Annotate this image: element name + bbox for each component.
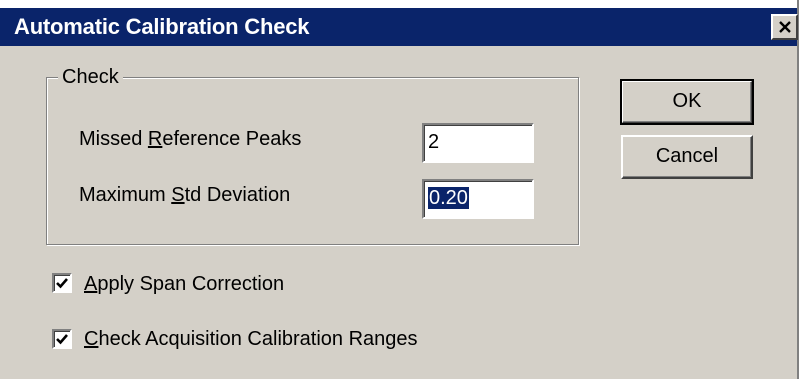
title-bar[interactable]: Automatic Calibration Check [0, 8, 798, 46]
check-group-legend: Check [58, 66, 123, 88]
check-acquisition-ranges-label[interactable]: Check Acquisition Calibration Ranges [84, 327, 418, 351]
mnemonic: S [171, 184, 185, 206]
label-text: Maximum [79, 184, 172, 206]
max-std-deviation-input[interactable]: 0.20 [422, 179, 534, 219]
max-std-deviation-label: Maximum Std Deviation [79, 183, 290, 207]
field-value-selected: 0.20 [428, 187, 469, 209]
ok-button[interactable]: OK [620, 79, 754, 125]
mnemonic: A [84, 273, 98, 295]
mnemonic: C [84, 328, 99, 350]
close-button[interactable] [771, 14, 798, 40]
window-title: Automatic Calibration Check [14, 14, 310, 39]
checkmark-icon [56, 334, 68, 345]
apply-span-correction-checkbox[interactable] [52, 273, 72, 293]
cancel-button[interactable]: Cancel [621, 135, 753, 179]
missed-reference-peaks-input[interactable]: 2 [422, 123, 534, 163]
close-icon [779, 21, 791, 33]
check-acquisition-ranges-checkbox[interactable] [52, 329, 72, 349]
missed-reference-peaks-label: Missed Reference Peaks [79, 127, 301, 151]
label-text: pply Span Correction [97, 273, 285, 295]
calibration-dialog: Automatic Calibration Check Check Missed… [0, 0, 799, 379]
top-strip [0, 0, 797, 8]
field-value: 2 [428, 131, 440, 153]
label-text: heck Acquisition Calibration Ranges [98, 328, 418, 350]
label-text: eference Peaks [162, 128, 302, 150]
mnemonic: R [147, 128, 163, 150]
label-text: Missed [79, 128, 148, 150]
checkmark-icon [56, 278, 68, 289]
apply-span-correction-label[interactable]: Apply Span Correction [84, 272, 284, 296]
label-text: td Deviation [184, 184, 291, 206]
